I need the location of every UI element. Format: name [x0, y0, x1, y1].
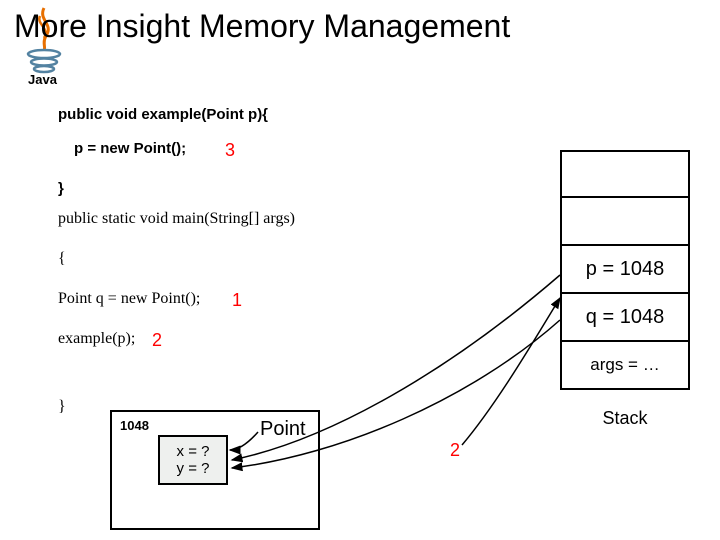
step-2-label: 2 — [152, 330, 162, 351]
code-line-6: Point q = new Point(); — [58, 290, 200, 308]
code-line-4: public static void main(String[] args) — [58, 210, 295, 228]
code-line-5: { — [58, 250, 66, 268]
stack-label: Stack — [560, 408, 690, 429]
code-line-3: } — [58, 180, 64, 197]
code-line-2: p = new Point(); — [74, 140, 186, 157]
point-field-x: x = ? — [177, 443, 210, 460]
stack-frame-0 — [560, 150, 690, 198]
code-line-7: example(p); — [58, 330, 135, 348]
stack-diagram: p = 1048 q = 1048 args = … Stack — [560, 150, 690, 429]
step-1-label: 1 — [232, 290, 242, 311]
page-title: More Insight Memory Management — [14, 8, 510, 45]
stack-frame-2: p = 1048 — [560, 246, 690, 294]
step-2b-label: 2 — [450, 440, 460, 461]
point-field-y: y = ? — [177, 460, 210, 477]
stack-frame-4: args = … — [560, 342, 690, 390]
point-object-label: Point — [260, 418, 306, 441]
code-line-8: } — [58, 398, 66, 416]
heap-address: 1048 — [120, 418, 149, 433]
code-line-1: public void example(Point p){ — [58, 106, 268, 123]
svg-text:Java: Java — [28, 72, 58, 86]
stack-frame-3: q = 1048 — [560, 294, 690, 342]
point-object: x = ? y = ? — [158, 435, 228, 485]
step-3-label: 3 — [225, 140, 235, 161]
stack-frame-1 — [560, 198, 690, 246]
